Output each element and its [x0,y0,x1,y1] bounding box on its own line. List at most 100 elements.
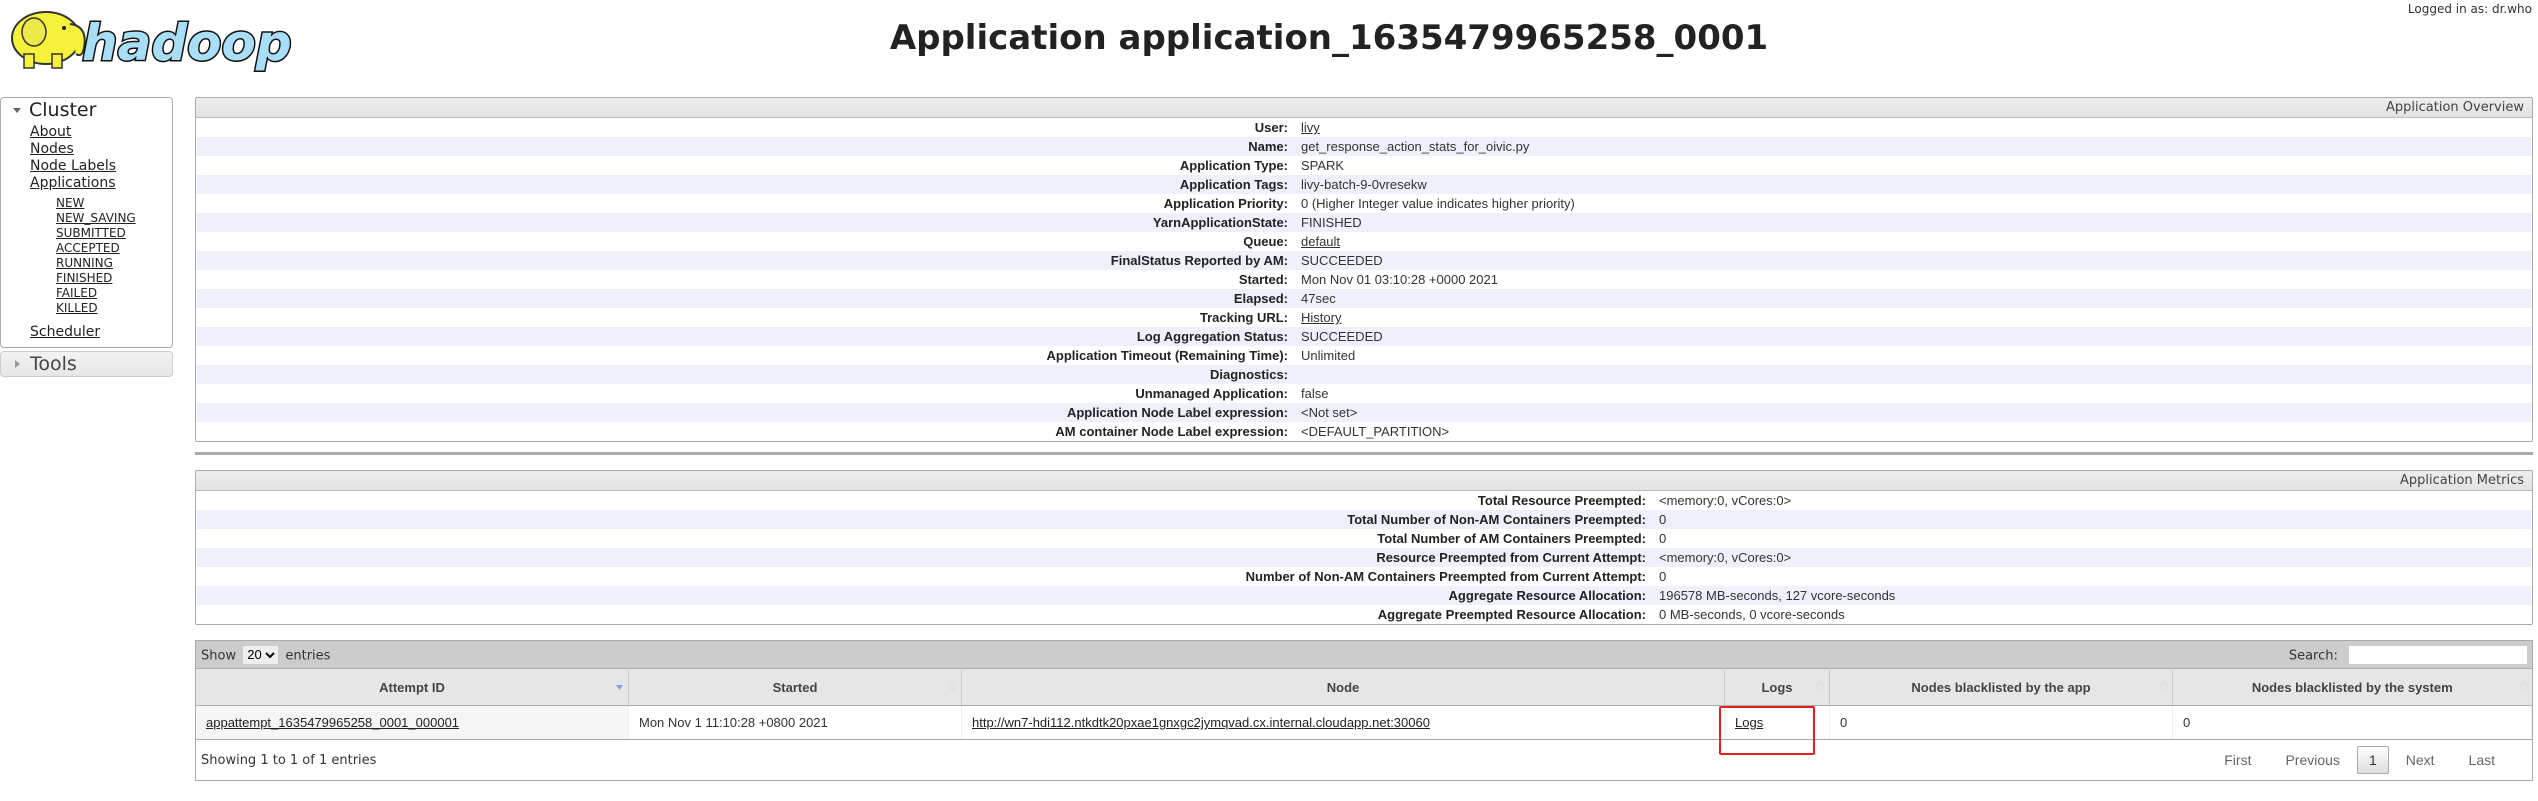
pager-previous[interactable]: Previous [2268,752,2356,768]
info-value: 0 [1659,531,1667,546]
overview-row: Application Timeout (Remaining Time): Unl… [196,346,2532,365]
pager-first[interactable]: First [2207,752,2268,768]
cluster-label: Cluster [29,99,97,121]
sidebar-item-scheduler[interactable]: Scheduler [30,324,100,340]
attempts-table-wrapper: Show 20 entries Search: Attempt ID Start… [195,640,2533,781]
application-overview-panel: Application Overview User: livy Name: get_r… [195,97,2533,442]
info-value-link[interactable]: livy [1301,118,1320,137]
pager-last[interactable]: Last [2452,752,2512,768]
overview-row: Queue: default [196,232,2532,251]
column-header-started[interactable]: Started [628,668,962,706]
sidebar-item-node-labels[interactable]: Node Labels [30,158,116,174]
highlight-box [1719,706,1815,755]
show-label: Show [201,648,237,663]
info-value: SPARK [1301,158,1345,173]
info-label: Tracking URL: [1199,310,1288,325]
info-label: Aggregate Preempted Resource Allocation: [1377,607,1646,622]
triangle-down-icon [13,107,21,113]
sort-both-icon [949,682,956,691]
node-link[interactable]: http://wn7-hdi112.ntkdtk20pxae1gnxgc2jym… [972,715,1430,730]
info-label: Unmanaged Application: [1135,386,1288,401]
info-value: SUCCEEDED [1301,253,1383,268]
tools-label: Tools [30,353,77,375]
info-label: Application Timeout (Remaining Time): [1046,348,1288,363]
info-value: get_response_action_stats_for_oivic.py [1301,139,1530,154]
info-value: Unlimited [1301,348,1356,363]
column-header-blacklisted-system[interactable]: Nodes blacklisted by the system [2172,668,2532,706]
overview-row: AM container Node Label expression: <DEFA… [196,422,2532,441]
sort-both-icon [2519,682,2527,691]
overview-row: Started: Mon Nov 01 03:10:28 +0000 2021 [196,270,2532,289]
info-label: User: [1254,120,1288,135]
sidebar-item-about[interactable]: About [30,124,71,140]
info-label: Queue: [1243,234,1288,249]
info-value: 0 MB-seconds, 0 vcore-seconds [1659,607,1845,622]
page-size-select[interactable]: 20 [243,645,279,664]
triangle-right-icon [15,360,20,368]
info-value: 196578 MB-seconds, 127 vcore-seconds [1659,588,1896,603]
logged-in-user: Logged in as: dr.who [2407,2,2532,16]
info-value: <memory:0, vCores:0> [1659,550,1792,565]
info-value: FINISHED [1301,215,1362,230]
info-label: FinalStatus Reported by AM: [1110,253,1288,268]
info-value: 0 (Higher Integer value indicates higher… [1301,196,1575,211]
info-value: 47sec [1301,291,1336,306]
table-info: Showing 1 to 1 of 1 entries [201,752,377,768]
overview-row: Name: get_response_action_stats_for_oivic… [196,137,2532,156]
info-label: Diagnostics: [1209,367,1288,382]
column-header-node[interactable]: Node [961,668,1725,706]
overview-row: User: livy [196,118,2532,137]
page-title: Application application_1635479965258_00… [889,18,1769,58]
entries-label: entries [285,648,331,663]
overview-rows: User: livy Name: get_response_action_stats_… [196,118,2532,441]
pager-next[interactable]: Next [2389,752,2452,768]
info-label: Application Type: [1179,158,1288,173]
sidebar-item-applications[interactable]: Applications [30,175,116,191]
search-label: Search: [2288,648,2338,663]
metrics-row: Total Resource Preempted: <memory:0, vCor… [196,491,2532,510]
info-value-link[interactable]: default [1301,232,1340,251]
sort-both-icon [2160,682,2167,691]
info-value: 0 [1659,569,1667,584]
sidebar-item-nodes[interactable]: Nodes [30,141,74,157]
sidebar-item-state-failed[interactable]: FAILED [56,286,97,300]
info-value-link[interactable]: History [1301,308,1341,327]
tools-toggle[interactable]: Tools [0,351,173,377]
info-label: AM container Node Label expression: [1055,424,1288,439]
sidebar-item-state-submitted[interactable]: SUBMITTED [56,226,126,240]
info-label: Total Number of AM Containers Preempted: [1377,531,1646,546]
sidebar-item-state-running[interactable]: RUNNING [56,256,113,270]
sidebar-item-state-new[interactable]: NEW [56,196,84,210]
column-header-logs[interactable]: Logs [1724,668,1830,706]
info-label: Total Resource Preempted: [1477,493,1646,508]
sidebar-item-state-killed[interactable]: KILLED [56,301,98,315]
search-control: Search: [2288,644,2528,665]
metrics-row: Total Number of AM Containers Preempted:… [196,529,2532,548]
info-label: Application Priority: [1163,196,1288,211]
sidebar-item-state-finished[interactable]: FINISHED [56,271,112,285]
pager-page-1[interactable]: 1 [2356,746,2389,774]
overview-row: Log Aggregation Status: SUCCEEDED [196,327,2532,346]
overview-row: Unmanaged Application: false [196,384,2532,403]
info-value: SUCCEEDED [1301,329,1383,344]
attempt-id-link[interactable]: appattempt_1635479965258_0001_000001 [206,715,459,730]
info-label: Resource Preempted from Current Attempt: [1376,550,1646,565]
column-header-attempt-id[interactable]: Attempt ID [196,668,629,706]
info-value: <DEFAULT_PARTITION> [1301,424,1450,439]
info-label: Aggregate Resource Allocation: [1448,588,1646,603]
search-input[interactable] [2348,644,2528,665]
info-label: Application Node Label expression: [1066,405,1288,420]
overview-row: Tracking URL: History [196,308,2532,327]
overview-row: FinalStatus Reported by AM: SUCCEEDED [196,251,2532,270]
application-metrics-panel: Application Metrics Total Resource Preem… [195,470,2533,625]
sort-both-icon [1817,682,1824,691]
sidebar-item-state-new-saving[interactable]: NEW_SAVING [56,211,136,225]
sidebar-item-state-accepted[interactable]: ACCEPTED [56,241,120,255]
sort-desc-icon [616,685,623,690]
cluster-toggle[interactable]: Cluster [1,98,172,122]
info-label: Log Aggregation Status: [1136,329,1288,344]
info-value: <Not set> [1301,405,1358,420]
metrics-rows: Total Resource Preempted: <memory:0, vCor… [196,491,2532,624]
column-header-blacklisted-app[interactable]: Nodes blacklisted by the app [1829,668,2173,706]
info-value: Mon Nov 01 03:10:28 +0000 2021 [1301,272,1498,287]
